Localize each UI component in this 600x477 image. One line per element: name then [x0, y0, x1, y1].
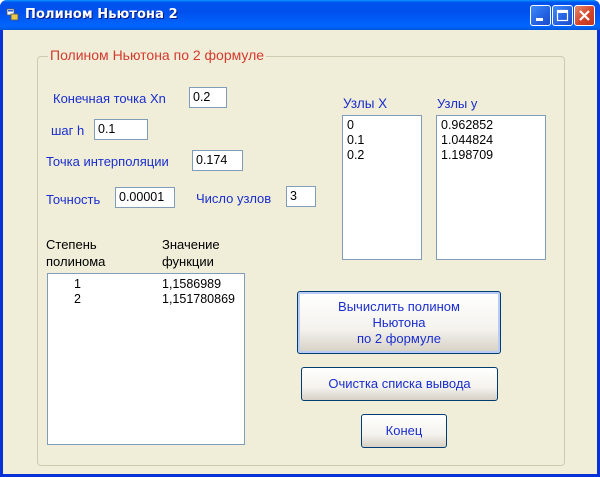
degree-header-line2: полинома — [46, 254, 106, 269]
accuracy-input[interactable]: 0.00001 — [115, 187, 175, 208]
title-bar[interactable]: Полином Ньютона 2 — [0, 0, 600, 30]
close-icon — [579, 10, 590, 21]
interp-input[interactable]: 0.174 — [192, 150, 243, 171]
list-item[interactable]: 1.044824 — [441, 133, 541, 148]
maximize-button[interactable] — [552, 5, 573, 26]
minimize-icon — [536, 18, 543, 21]
exit-button[interactable]: Конец — [361, 414, 447, 448]
nodes-count-input[interactable]: 3 — [286, 186, 316, 207]
x-nodes-label: Узлы X — [343, 96, 388, 111]
window-title: Полином Ньютона 2 — [25, 7, 178, 22]
degree-cell: 1 — [74, 277, 81, 291]
xn-label: Конечная точка Xn — [53, 91, 166, 106]
list-item[interactable]: 0.2 — [347, 148, 417, 163]
value-header-line2: функции — [162, 254, 214, 269]
list-item[interactable]: 0.962852 — [441, 118, 541, 133]
compute-button[interactable]: Вычислить полином Ньютона по 2 формуле — [297, 291, 501, 354]
y-nodes-label: Узлы y — [437, 96, 478, 111]
clear-output-button[interactable]: Очистка списка вывода — [301, 367, 498, 401]
main-window: Полином Ньютона 2 Полином Ньютона по 2 ф… — [0, 0, 600, 477]
list-item[interactable]: 1.198709 — [441, 148, 541, 163]
group-title: Полином Ньютона по 2 формуле — [48, 47, 267, 63]
xn-input[interactable]: 0.2 — [189, 87, 227, 108]
nodes-count-label: Число узлов — [196, 191, 272, 206]
interp-label: Точка интерполяции — [46, 154, 169, 169]
accuracy-label: Точность — [46, 192, 101, 207]
table-row[interactable]: 1 1,1586989 — [52, 277, 240, 292]
degree-header-line1: Степень — [46, 237, 97, 252]
value-cell: 1,151780869 — [162, 292, 235, 306]
client-area: Полином Ньютона по 2 формуле Конечная то… — [3, 30, 597, 474]
x-nodes-listbox[interactable]: 0 0.1 0.2 — [342, 115, 422, 260]
minimize-button[interactable] — [530, 5, 551, 26]
h-label: шаг h — [51, 123, 85, 138]
value-header-line1: Значение — [162, 237, 220, 252]
close-button[interactable] — [574, 5, 595, 26]
app-icon — [6, 8, 19, 21]
h-input[interactable]: 0.1 — [94, 119, 148, 140]
list-item[interactable]: 0 — [347, 118, 417, 133]
maximize-icon — [556, 9, 569, 22]
degree-cell: 2 — [74, 292, 81, 306]
table-row[interactable]: 2 1,151780869 — [52, 292, 240, 307]
y-nodes-listbox[interactable]: 0.962852 1.044824 1.198709 — [436, 115, 546, 260]
output-listbox[interactable]: 1 1,1586989 2 1,151780869 — [47, 273, 245, 445]
list-item[interactable]: 0.1 — [347, 133, 417, 148]
value-cell: 1,1586989 — [162, 277, 222, 291]
